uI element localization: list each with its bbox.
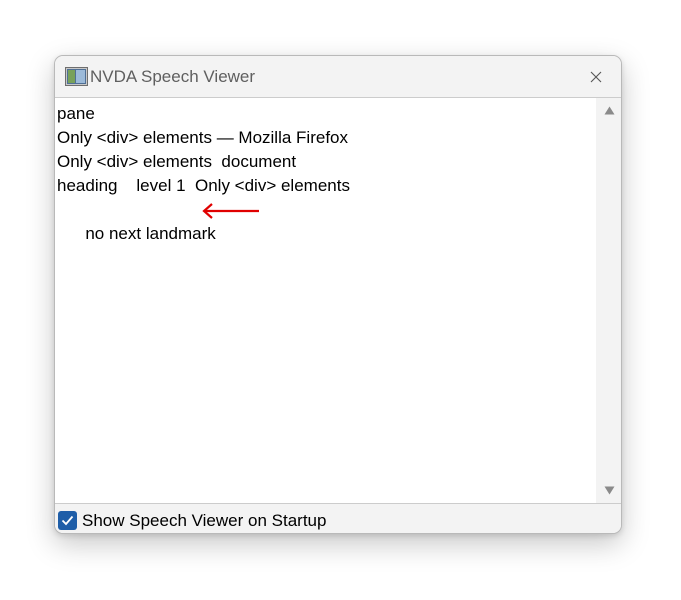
speech-line: pane xyxy=(57,104,95,123)
speech-line: Only <div> elements — Mozilla Firefox xyxy=(57,128,348,147)
scroll-down-arrow-icon[interactable] xyxy=(604,486,615,495)
nvda-app-icon xyxy=(65,67,88,86)
speech-line-highlighted: no next landmark xyxy=(57,198,596,294)
show-on-startup-label[interactable]: Show Speech Viewer on Startup xyxy=(82,511,326,531)
footer-bar: Show Speech Viewer on Startup xyxy=(55,504,621,533)
scroll-up-arrow-icon[interactable] xyxy=(604,106,615,115)
speech-line: Only <div> elements document xyxy=(57,152,297,171)
vertical-scrollbar[interactable] xyxy=(596,97,621,504)
window-title: NVDA Speech Viewer xyxy=(90,67,256,86)
title-bar[interactable]: NVDA Speech Viewer xyxy=(55,56,621,97)
speech-line-text: no next landmark xyxy=(85,224,216,243)
red-arrow-annotation-icon xyxy=(202,203,259,219)
checkmark-icon xyxy=(61,515,74,526)
speech-viewer-window: NVDA Speech Viewer pane Only <div> eleme… xyxy=(54,55,622,534)
close-icon xyxy=(590,71,602,83)
show-on-startup-checkbox[interactable] xyxy=(58,511,77,530)
speech-output-text[interactable]: pane Only <div> elements — Mozilla Firef… xyxy=(55,97,596,504)
speech-line: heading level 1 Only <div> elements xyxy=(57,176,350,195)
close-button[interactable] xyxy=(583,64,609,90)
